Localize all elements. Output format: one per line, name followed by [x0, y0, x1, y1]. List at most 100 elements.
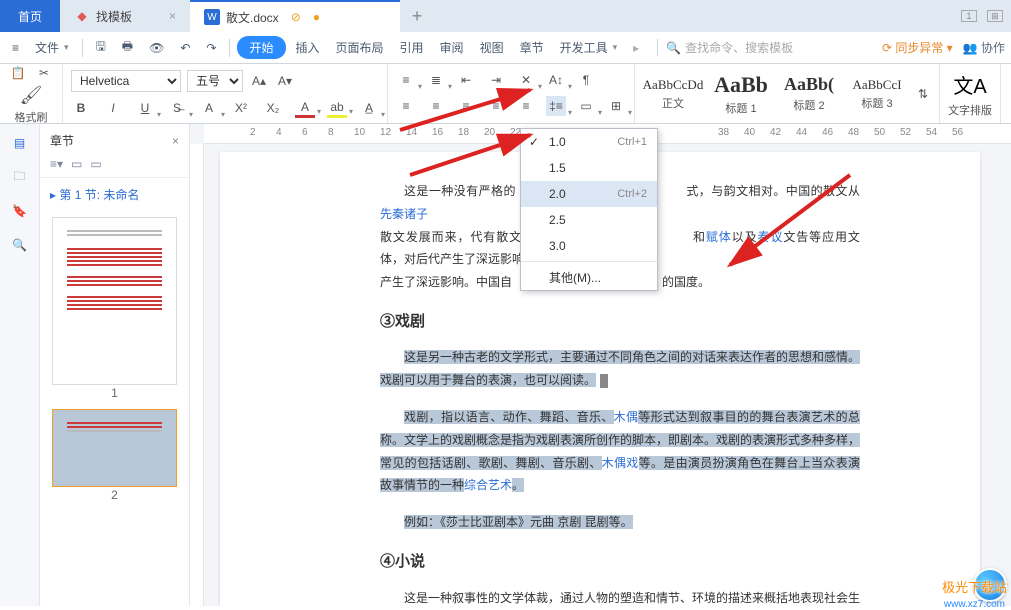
- close-icon[interactable]: ×: [169, 9, 176, 23]
- more-menu-icon[interactable]: ▸: [627, 38, 645, 58]
- ribbon: 📋✂ 🖌 格式刷 Helvetica 五号 A▴ A▾ B I U S̶ A X…: [0, 64, 1011, 124]
- bold-icon[interactable]: B: [71, 98, 91, 118]
- spacing-other[interactable]: 其他(M)...: [521, 264, 657, 290]
- layout-1-icon[interactable]: 1: [961, 10, 977, 22]
- sort-icon[interactable]: A↕: [546, 70, 566, 90]
- spacing-1-0[interactable]: ✓1.0Ctrl+1: [521, 129, 657, 155]
- command-search[interactable]: 🔍 查找命令、搜索模板: [657, 39, 793, 56]
- align-justify-icon[interactable]: ≡: [486, 96, 506, 116]
- nav-add-icon[interactable]: ▭: [71, 157, 82, 171]
- underline-icon[interactable]: U: [135, 98, 155, 118]
- align-dist-icon[interactable]: ≡: [516, 96, 536, 116]
- nav-view-icon[interactable]: ≡▾: [50, 157, 63, 171]
- paste-icon[interactable]: 📋: [8, 63, 28, 83]
- ruler-vertical[interactable]: [190, 144, 204, 606]
- menu-start[interactable]: 开始: [237, 36, 285, 59]
- ruler-tick: 8: [328, 127, 334, 138]
- align-center-icon[interactable]: ≡: [426, 96, 446, 116]
- align-right-icon[interactable]: ≡: [456, 96, 476, 116]
- shrink-font-icon[interactable]: A▾: [275, 71, 295, 91]
- tab-home[interactable]: 首页: [0, 0, 60, 32]
- nav-section-item[interactable]: ▸ 第 1 节: 未命名: [40, 178, 189, 211]
- spacing-1-5[interactable]: 1.5: [521, 155, 657, 181]
- grow-font-icon[interactable]: A▴: [249, 71, 269, 91]
- page-thumb-2[interactable]: 2: [52, 409, 177, 487]
- spacing-3-0[interactable]: 3.0: [521, 233, 657, 259]
- link[interactable]: 木偶: [614, 410, 639, 424]
- close-panel-icon[interactable]: ×: [172, 134, 179, 148]
- tab-templates[interactable]: ◆ 找模板 ×: [60, 0, 190, 32]
- save-icon[interactable]: 🖫: [90, 34, 112, 61]
- page-thumb-1[interactable]: 1: [52, 217, 177, 385]
- align-left-icon[interactable]: ≡: [396, 96, 416, 116]
- menu-review[interactable]: 审阅: [434, 36, 470, 59]
- style-h3[interactable]: AaBbCcI标题 3: [845, 64, 909, 123]
- menu-chapter[interactable]: 章节: [514, 36, 550, 59]
- shading-icon[interactable]: ▭: [576, 96, 596, 116]
- menu-insert[interactable]: 插入: [290, 36, 326, 59]
- undo-icon[interactable]: ↶: [174, 38, 196, 58]
- link[interactable]: 综合艺术: [464, 478, 512, 492]
- template-icon: ◆: [74, 8, 90, 24]
- menu-dev[interactable]: 开发工具: [554, 36, 624, 59]
- preview-icon[interactable]: 👁: [143, 38, 170, 58]
- link[interactable]: 先秦诸子: [380, 207, 428, 221]
- file-menu[interactable]: 文件: [29, 36, 75, 59]
- layout-grid-icon[interactable]: ⊞: [987, 10, 1003, 22]
- watermark: 极光下载站 www.xz7.com: [973, 568, 1007, 602]
- link[interactable]: 赋体: [706, 230, 732, 244]
- spacing-2-5[interactable]: 2.5: [521, 207, 657, 233]
- superscript-icon[interactable]: X²: [231, 98, 251, 118]
- ruler-tick: 12: [380, 127, 391, 138]
- outline-icon[interactable]: ▤: [11, 134, 29, 152]
- paragraph-mark-icon[interactable]: ¶: [576, 70, 596, 90]
- ruler-tick: 40: [744, 127, 755, 138]
- sync-status[interactable]: ⟳ 同步异常 ▾: [882, 39, 953, 56]
- char-border-icon[interactable]: A̲: [359, 98, 379, 118]
- font-effect-icon[interactable]: A: [199, 98, 219, 118]
- text-layout-icon[interactable]: 文A: [953, 70, 986, 99]
- menu-ref[interactable]: 引用: [394, 36, 430, 59]
- spacing-2-0[interactable]: 2.0Ctrl+2: [521, 181, 657, 207]
- menu-layout[interactable]: 页面布局: [330, 36, 390, 59]
- font-color-icon[interactable]: A: [295, 98, 315, 118]
- char-scale-icon[interactable]: ✕: [516, 70, 536, 90]
- style-h2[interactable]: AaBb(标题 2: [777, 64, 841, 123]
- nav-del-icon[interactable]: ▭: [90, 157, 101, 171]
- indent-inc-icon[interactable]: ⇥: [486, 70, 506, 90]
- style-body[interactable]: AaBbCcDd正文: [641, 64, 705, 123]
- font-size-select[interactable]: 五号: [187, 70, 243, 92]
- line-spacing-icon[interactable]: ‡≡: [546, 96, 566, 116]
- indent-dec-icon[interactable]: ⇤: [456, 70, 476, 90]
- font-name-select[interactable]: Helvetica: [71, 70, 181, 92]
- coop-button[interactable]: 👥 协作: [963, 39, 1005, 56]
- subscript-icon[interactable]: X₂: [263, 98, 283, 118]
- redo-icon[interactable]: ↷: [200, 38, 222, 58]
- link[interactable]: 木偶戏: [602, 456, 639, 470]
- unsaved-dot-icon: ●: [313, 10, 320, 24]
- bullet-list-icon[interactable]: ≡: [396, 70, 416, 90]
- style-h1[interactable]: AaBb标题 1: [709, 64, 773, 123]
- new-tab-button[interactable]: +: [400, 0, 434, 32]
- link[interactable]: 奏议: [758, 230, 784, 244]
- nav-title: 章节 ×: [40, 124, 189, 157]
- borders-icon[interactable]: ⊞: [606, 96, 626, 116]
- app-menu-icon[interactable]: ≡: [6, 38, 25, 58]
- number-list-icon[interactable]: ≣: [426, 70, 446, 90]
- bookmark-icon[interactable]: 🔖: [11, 202, 29, 220]
- ruler-tick: 54: [926, 127, 937, 138]
- italic-icon[interactable]: I: [103, 98, 123, 118]
- find-icon[interactable]: 🔍: [11, 236, 29, 254]
- styles-more-icon[interactable]: ⇅: [913, 64, 933, 123]
- menu-view[interactable]: 视图: [474, 36, 510, 59]
- tab-document[interactable]: W 散文.docx ⊘ ●: [190, 0, 400, 32]
- strike-icon[interactable]: S̶: [167, 98, 187, 118]
- highlight-icon[interactable]: ab: [327, 98, 347, 118]
- format-brush-icon[interactable]: 🖌: [21, 86, 41, 106]
- print-icon[interactable]: 🖶: [116, 34, 139, 61]
- ruler-tick: 44: [796, 127, 807, 138]
- nav-panel: 章节 × ≡▾ ▭ ▭ ▸ 第 1 节: 未命名 1 2: [40, 124, 190, 606]
- ruler-tick: 14: [406, 127, 417, 138]
- folder-icon[interactable]: 🗀: [11, 168, 29, 186]
- copy-icon[interactable]: ✂: [34, 63, 54, 83]
